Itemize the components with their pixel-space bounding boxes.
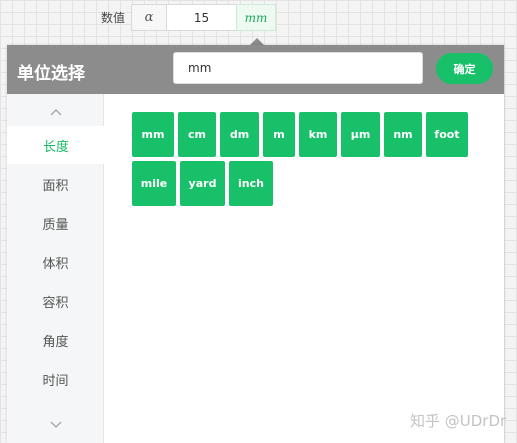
unit-button-km[interactable]: km xyxy=(299,112,337,157)
unit-button-mile[interactable]: mile xyxy=(132,161,176,206)
sidebar-item-label: 面积 xyxy=(42,178,69,194)
value-label: 数值 xyxy=(101,11,126,25)
alpha-symbol-box[interactable]: α xyxy=(131,4,167,31)
watermark: 知乎 @UDrDr xyxy=(410,412,507,430)
alpha-symbol: α xyxy=(144,10,154,25)
sidebar-item-angle[interactable]: 角度 xyxy=(7,321,104,359)
unit-button-dm[interactable]: dm xyxy=(220,112,259,157)
sidebar-item-length[interactable]: 长度 xyxy=(7,126,105,164)
sidebar-item-label: 角度 xyxy=(42,334,69,350)
sidebar-item-area[interactable]: 面积 xyxy=(7,165,104,203)
unit-button-inch[interactable]: inch xyxy=(229,161,273,206)
sidebar-item-label: 质量 xyxy=(42,217,69,233)
popup-title: 单位选择 xyxy=(17,64,85,84)
unit-button-cm[interactable]: cm xyxy=(178,112,216,157)
sidebar-item-capacity[interactable]: 容积 xyxy=(7,282,104,320)
sidebar-item-volume[interactable]: 体积 xyxy=(7,243,104,281)
unit-picker-popup: 单位选择 确定 长度 面积 质量 体积 容积 角度 时间 xyxy=(7,45,504,443)
sidebar-item-mass[interactable]: 质量 xyxy=(7,204,104,242)
sidebar-item-label: 体积 xyxy=(42,256,69,272)
unit-button-foot[interactable]: foot xyxy=(426,112,468,157)
value-input[interactable] xyxy=(166,4,237,31)
unit-display: mm xyxy=(244,10,268,25)
popup-caret xyxy=(250,38,264,45)
chevron-down-icon[interactable] xyxy=(7,409,104,439)
unit-button-um[interactable]: μm xyxy=(341,112,380,157)
unit-button-nm[interactable]: nm xyxy=(384,112,422,157)
unit-button-yard[interactable]: yard xyxy=(180,161,225,206)
unit-display-box[interactable]: mm xyxy=(236,4,276,31)
unit-button-mm[interactable]: mm xyxy=(132,112,174,157)
sidebar-item-label: 长度 xyxy=(42,139,69,155)
category-sidebar: 长度 面积 质量 体积 容积 角度 时间 xyxy=(7,94,105,443)
value-row: 数值 α mm xyxy=(0,4,517,31)
popup-header: 单位选择 确定 xyxy=(7,45,504,94)
sidebar-item-label: 时间 xyxy=(42,373,69,389)
unit-search-input[interactable] xyxy=(173,52,423,84)
sidebar-item-label: 容积 xyxy=(42,295,69,311)
sidebar-item-time[interactable]: 时间 xyxy=(7,360,104,398)
confirm-button[interactable]: 确定 xyxy=(436,53,493,84)
chevron-up-icon[interactable] xyxy=(7,97,104,127)
unit-button-m[interactable]: m xyxy=(263,112,295,157)
